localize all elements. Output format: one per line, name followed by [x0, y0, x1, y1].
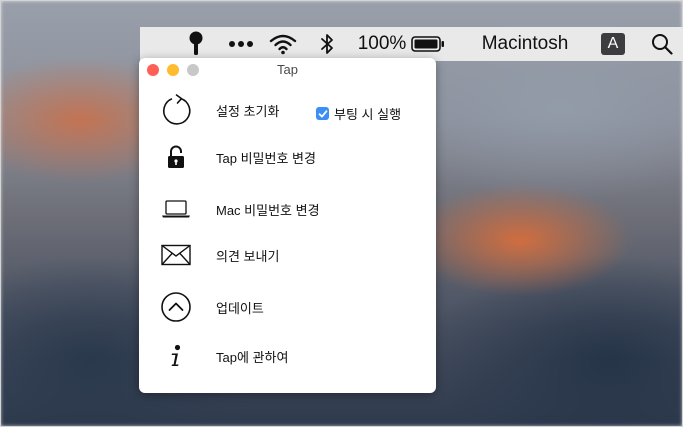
menu-item-label: Tap 비밀번호 변경 [216, 150, 316, 166]
menu-bar: 100% Macintosh A [140, 27, 683, 61]
tap-key-icon[interactable] [184, 27, 208, 61]
spotlight-search-icon[interactable] [649, 27, 675, 61]
launch-at-login-checkbox[interactable]: 부팅 시 실행 [316, 104, 401, 123]
menu-item-about[interactable]: Tap에 관하여 [139, 336, 436, 376]
battery-percent[interactable]: 100% [358, 27, 407, 61]
title-bar: Tap [139, 58, 436, 82]
window-title: Tap [277, 62, 298, 77]
menu-item-tap-password[interactable]: Tap 비밀번호 변경 [139, 137, 436, 177]
menu-item-feedback[interactable]: 의견 보내기 [139, 235, 436, 275]
more-icon[interactable] [226, 27, 256, 61]
battery-icon[interactable] [409, 27, 447, 61]
laptop-icon [157, 189, 195, 229]
menu-item-label: 설정 초기화 [216, 103, 280, 119]
menu-item-label: Tap에 관하여 [216, 349, 289, 365]
input-source-label: A [601, 33, 625, 55]
user-name-menu[interactable]: Macintosh [470, 27, 580, 61]
menu-item-label: Mac 비밀번호 변경 [216, 202, 320, 218]
reset-icon [157, 90, 195, 130]
menu-item-label: 의견 보내기 [216, 248, 280, 264]
menu-item-label: 업데이트 [216, 300, 264, 316]
envelope-icon [157, 235, 195, 275]
menu-item-mac-password[interactable]: Mac 비밀번호 변경 [139, 189, 436, 229]
lock-icon [157, 137, 195, 177]
checkbox-checked [316, 107, 329, 120]
bluetooth-icon[interactable] [317, 27, 337, 61]
input-source-icon[interactable]: A [600, 27, 626, 61]
wifi-icon[interactable] [267, 27, 299, 61]
update-icon [157, 287, 195, 327]
tap-window: Tap 설정 초기화 부팅 시 실행 Tap 비밀번호 변경 Mac 비밀번호 … [139, 58, 436, 393]
menu-item-update[interactable]: 업데이트 [139, 287, 436, 327]
info-icon [157, 336, 195, 376]
launch-at-login-label: 부팅 시 실행 [334, 107, 402, 122]
